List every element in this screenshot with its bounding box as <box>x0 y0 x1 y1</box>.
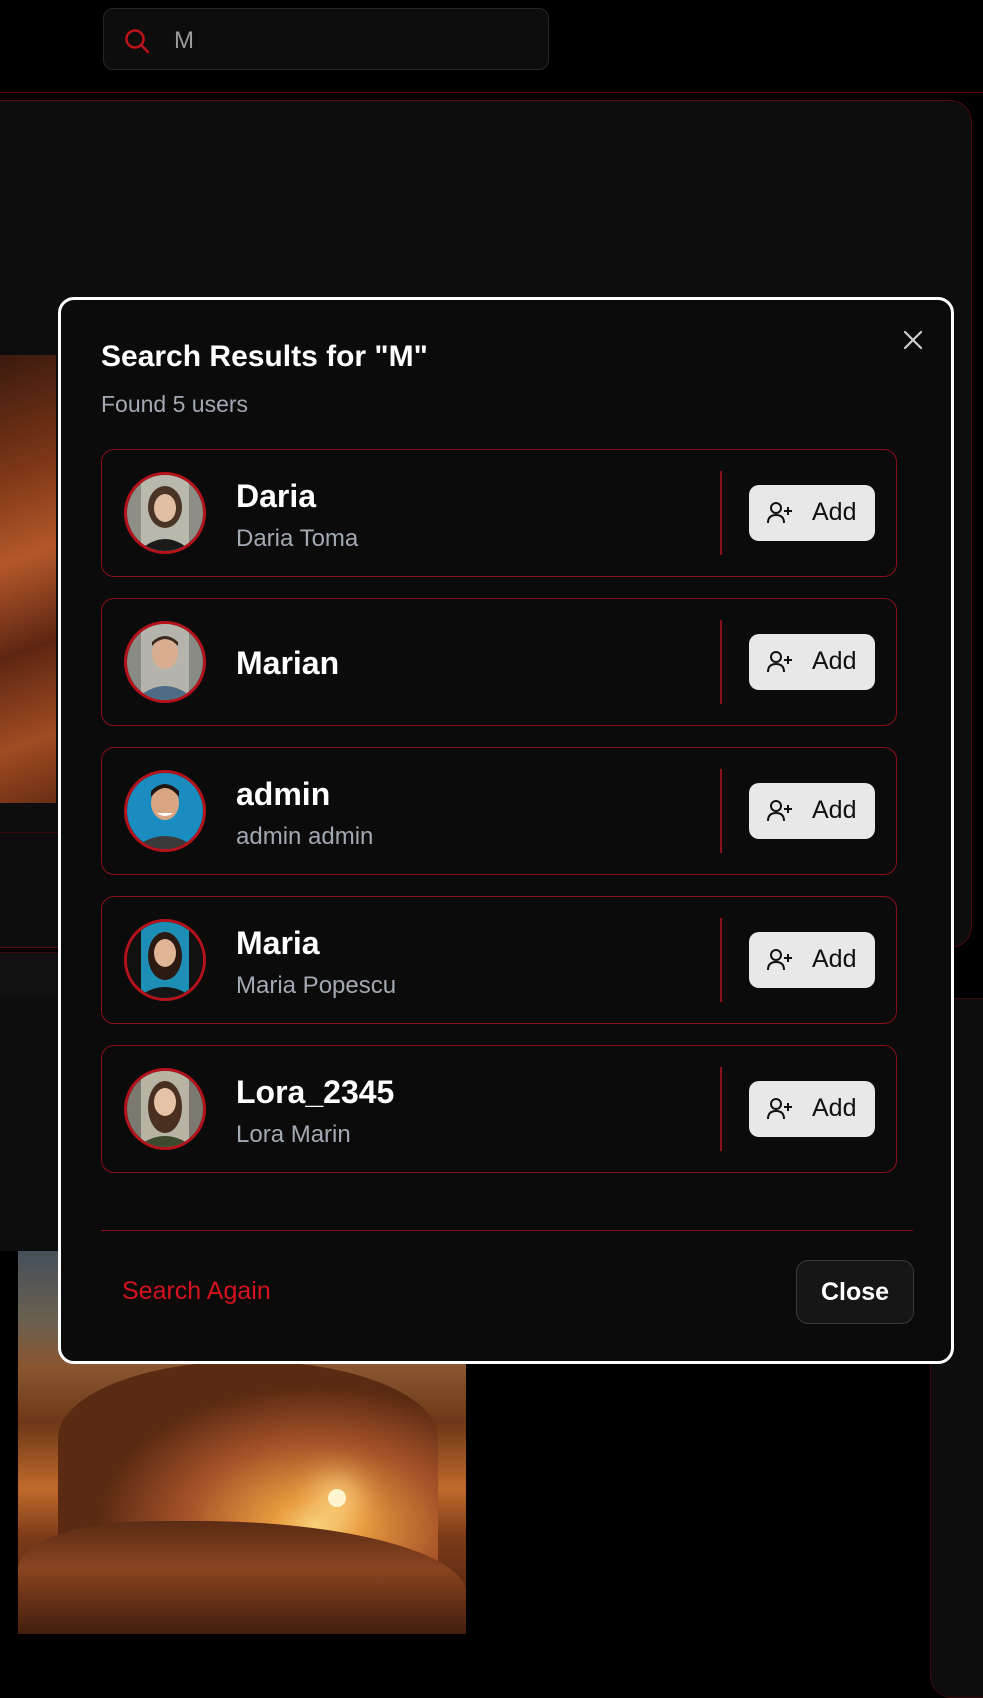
username: admin <box>236 776 331 812</box>
background-panel <box>0 997 60 1251</box>
user-plus-icon <box>767 651 792 673</box>
divider <box>720 918 722 1002</box>
list-item: Lora_2345 Lora Marin Add <box>101 1045 897 1173</box>
list-item: Maria Maria Popescu Add <box>101 896 897 1024</box>
add-label: Add <box>812 498 857 526</box>
background-divider <box>0 832 60 833</box>
modal-title: Search Results for "M" <box>101 340 428 373</box>
add-label: Add <box>812 647 857 675</box>
username: Maria <box>236 925 320 961</box>
search-results-modal: Search Results for "M" Found 5 users Dar… <box>58 297 954 1364</box>
username: Lora_2345 <box>236 1074 395 1110</box>
list-item: admin admin admin Add <box>101 747 897 875</box>
divider <box>720 1067 722 1151</box>
close-icon[interactable] <box>901 328 925 352</box>
username: Marian <box>236 645 340 681</box>
user-plus-icon <box>767 1098 792 1120</box>
username: Daria <box>236 478 317 514</box>
divider <box>720 471 722 555</box>
user-plus-icon <box>767 800 792 822</box>
avatar <box>124 1068 206 1150</box>
avatar <box>124 919 206 1001</box>
search-icon <box>125 29 150 54</box>
user-plus-icon <box>767 502 792 524</box>
avatar <box>124 770 206 852</box>
add-label: Add <box>812 1094 857 1122</box>
add-friend-button[interactable]: Add <box>749 932 875 988</box>
full-name: Daria Toma <box>236 525 359 552</box>
add-friend-button[interactable]: Add <box>749 783 875 839</box>
top-bar: M <box>0 0 983 93</box>
add-label: Add <box>812 796 857 824</box>
divider <box>720 769 722 853</box>
list-item: Daria Daria Toma Add <box>101 449 897 577</box>
avatar <box>124 472 206 554</box>
full-name: Maria Popescu <box>236 972 397 999</box>
search-again-button[interactable]: Search Again <box>122 1277 271 1306</box>
avatar <box>124 621 206 703</box>
add-label: Add <box>812 945 857 973</box>
background-photo <box>0 355 56 803</box>
list-item: Marian Add <box>101 598 897 726</box>
background-band <box>0 952 60 998</box>
divider <box>720 620 722 704</box>
add-friend-button[interactable]: Add <box>749 634 875 690</box>
results-list: Daria Daria Toma Add Marian Add admin ad… <box>101 449 897 1194</box>
search-query: M <box>174 27 194 54</box>
results-count: Found 5 users <box>101 391 249 417</box>
full-name: admin admin <box>236 823 374 850</box>
footer-divider <box>101 1230 913 1231</box>
user-plus-icon <box>767 949 792 971</box>
add-friend-button[interactable]: Add <box>749 485 875 541</box>
close-button[interactable]: Close <box>796 1260 914 1324</box>
search-input[interactable]: M <box>103 8 549 70</box>
add-friend-button[interactable]: Add <box>749 1081 875 1137</box>
full-name: Lora Marin <box>236 1121 351 1148</box>
